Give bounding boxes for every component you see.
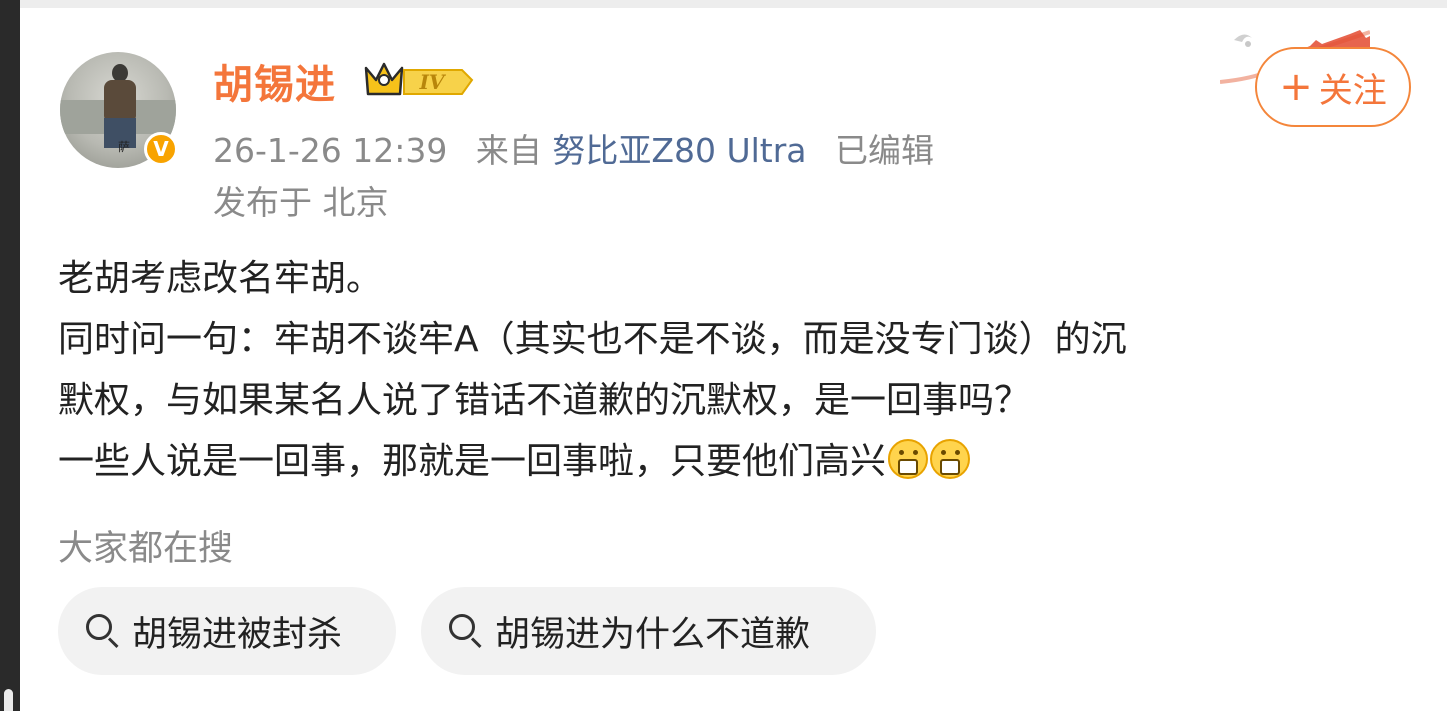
search-chip-label: 胡锡进为什么不道歉 bbox=[495, 614, 811, 655]
left-edge-bar bbox=[0, 0, 20, 711]
top-divider bbox=[20, 0, 1447, 8]
location-name: 北京 bbox=[322, 183, 389, 222]
grin-emoji-icon bbox=[888, 439, 929, 479]
post-line-3: 默权，与如果某名人说了错话不道歉的沉默权，是一回事吗？ bbox=[58, 380, 1031, 421]
location-line: 发布于 北京 bbox=[213, 176, 389, 224]
vip-crown-badge-icon[interactable]: IV bbox=[362, 58, 474, 102]
search-chip-label: 胡锡进被封杀 bbox=[132, 614, 343, 655]
post-line-4-wrap: 一些人说是一回事，那就是一回事啦，只要他们高兴 bbox=[58, 431, 1418, 492]
author-name[interactable]: 胡锡进 bbox=[213, 52, 336, 110]
search-icon bbox=[84, 612, 122, 650]
avatar-signature: 萨 bbox=[118, 140, 131, 154]
follow-button[interactable]: + 关注 bbox=[1255, 47, 1411, 127]
location-prefix: 发布于 bbox=[213, 183, 312, 222]
search-chip[interactable]: 胡锡进被封杀 bbox=[58, 587, 396, 675]
search-chip[interactable]: 胡锡进为什么不道歉 bbox=[421, 587, 876, 675]
post-line-2: 同时问一句：牢胡不谈牢A（其实也不是不谈，而是没专门谈）的沉 bbox=[58, 319, 1127, 360]
post-line-1: 老胡考虑改名牢胡。 bbox=[58, 258, 383, 299]
post-content: 老胡考虑改名牢胡。 同时问一句：牢胡不谈牢A（其实也不是不谈，而是没专门谈）的沉… bbox=[58, 248, 1418, 492]
level-badge-text: IV bbox=[419, 70, 447, 94]
verified-v-icon: V bbox=[144, 132, 178, 166]
source-device-link[interactable]: 努比亚Z80 Ultra bbox=[552, 131, 806, 170]
search-icon bbox=[447, 612, 485, 650]
related-search-title: 大家都在搜 bbox=[58, 529, 234, 569]
avatar[interactable]: 萨 V bbox=[60, 52, 178, 170]
post-meta-line: 26-1-26 12:39 来自 努比亚Z80 Ultra 已编辑 bbox=[213, 124, 934, 172]
scroll-handle[interactable] bbox=[4, 689, 13, 711]
follow-label: 关注 bbox=[1318, 70, 1387, 111]
post-line-4: 一些人说是一回事，那就是一回事啦，只要他们高兴 bbox=[58, 441, 887, 482]
grin-emoji-icon bbox=[930, 439, 971, 479]
source-prefix: 来自 bbox=[475, 131, 542, 170]
post-time: 26-1-26 12:39 bbox=[213, 131, 448, 170]
edited-label[interactable]: 已编辑 bbox=[835, 131, 934, 170]
plus-icon: + bbox=[1279, 64, 1313, 110]
